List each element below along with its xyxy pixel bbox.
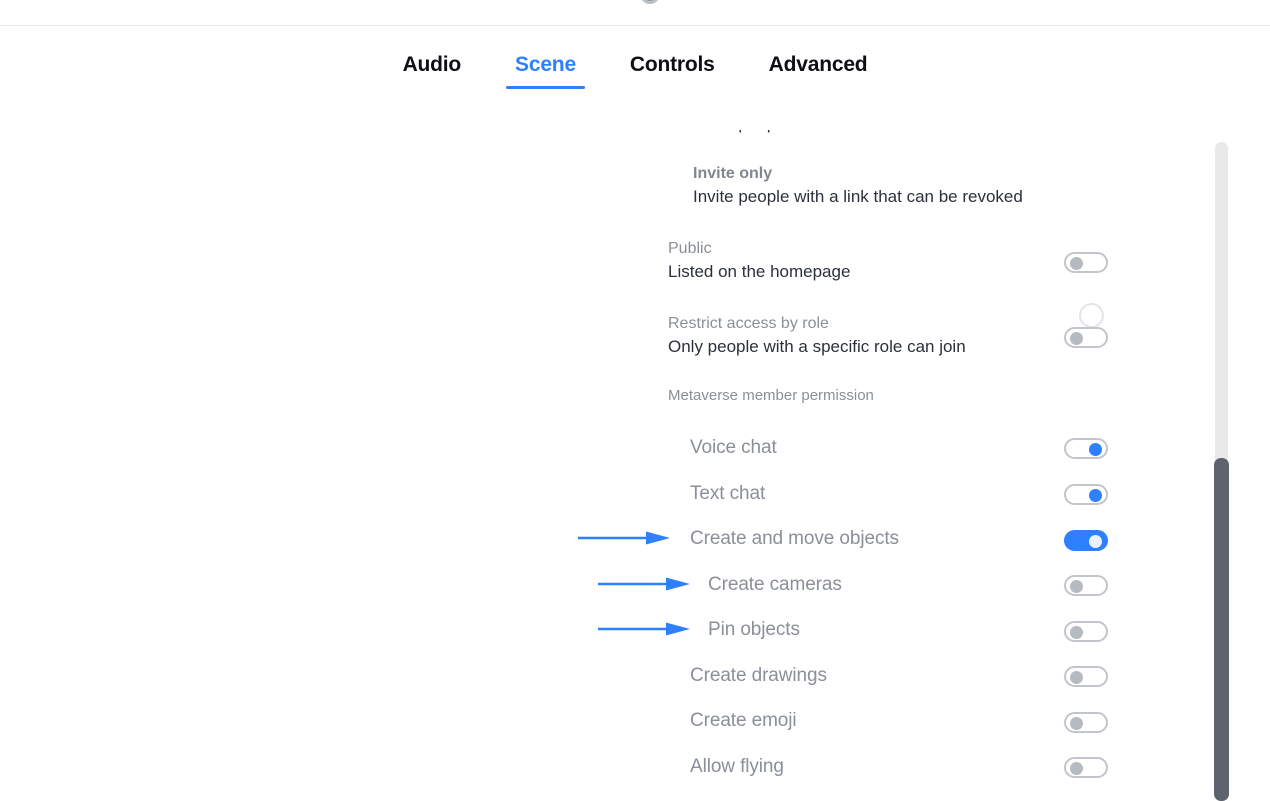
tab-controls[interactable]: Controls (603, 37, 742, 93)
toggle-knob (1070, 257, 1083, 270)
access-mode-public-toggle[interactable] (1064, 252, 1108, 273)
tab-scene[interactable]: Scene (488, 37, 603, 93)
tab-audio[interactable]: Audio (376, 37, 488, 93)
permission-toggle-create-cameras[interactable] (1064, 575, 1108, 596)
clipped-header-region (0, 0, 1270, 25)
scene-settings-scroll-panel[interactable]: Invite people with a link that can be re… (0, 130, 1270, 801)
permission-toggle-create-drawings[interactable] (1064, 666, 1108, 687)
permission-label-create-drawings: Create drawings (690, 665, 827, 686)
tab-advanced[interactable]: Advanced (742, 37, 895, 93)
tab-advanced-label: Advanced (768, 53, 868, 76)
toggle-knob (1070, 332, 1083, 345)
permission-toggle-create-emoji[interactable] (1064, 712, 1108, 733)
clipped-row-text-value: Invite people with a link that can be re… (693, 130, 1023, 133)
permission-label-pin-objects: Pin objects (708, 619, 800, 640)
toggle-knob (1070, 762, 1083, 775)
access-mode-restrict-role-title: Restrict access by role (668, 315, 829, 332)
clipped-row-text: Invite people with a link that can be re… (693, 130, 1113, 136)
permission-toggle-pin-objects[interactable] (1064, 621, 1108, 642)
permission-label-create-and-move-objects: Create and move objects (690, 528, 899, 549)
access-mode-public-description: Listed on the homepage (668, 262, 851, 281)
toggle-knob (1070, 717, 1083, 730)
permission-label-create-cameras: Create cameras (708, 574, 842, 595)
toggle-knob (1070, 626, 1083, 639)
access-mode-invite-only-radio[interactable] (1079, 303, 1104, 328)
permission-toggle-allow-flying[interactable] (1064, 757, 1108, 778)
toggle-knob (1089, 443, 1102, 456)
access-mode-restrict-role-toggle[interactable] (1064, 327, 1108, 348)
tab-controls-label: Controls (629, 53, 715, 76)
access-mode-invite-only: Invite only Invite people with a link th… (693, 163, 1023, 209)
permission-toggle-voice-chat[interactable] (1064, 438, 1108, 459)
access-mode-restrict-role: Restrict access by role Only people with… (668, 313, 966, 359)
access-mode-public: Public Listed on the homepage (668, 238, 850, 284)
toggle-knob (1070, 671, 1083, 684)
avatar-circle-icon (640, 0, 660, 4)
permissions-section-label: Metaverse member permission (668, 387, 874, 404)
vertical-scrollbar-thumb[interactable] (1214, 458, 1229, 801)
permission-label-allow-flying: Allow flying (690, 756, 784, 777)
access-mode-invite-only-title: Invite only (693, 165, 773, 182)
access-mode-invite-only-description: Invite people with a link that can be re… (693, 187, 1023, 206)
permission-label-text-chat: Text chat (690, 483, 766, 504)
access-mode-public-title: Public (668, 240, 712, 257)
tab-scene-label: Scene (515, 53, 576, 76)
permission-label-create-emoji: Create emoji (690, 710, 797, 731)
tab-audio-label: Audio (402, 53, 462, 76)
toggle-knob (1089, 489, 1102, 502)
toggle-knob (1070, 580, 1083, 593)
permission-toggle-text-chat[interactable] (1064, 484, 1108, 505)
access-mode-restrict-role-description: Only people with a specific role can joi… (668, 337, 966, 356)
permission-label-voice-chat: Voice chat (690, 437, 777, 458)
toggle-knob (1089, 535, 1102, 548)
permission-toggle-create-and-move-objects[interactable] (1064, 530, 1108, 551)
settings-tabbar: Audio Scene Controls Advanced (0, 26, 1270, 104)
